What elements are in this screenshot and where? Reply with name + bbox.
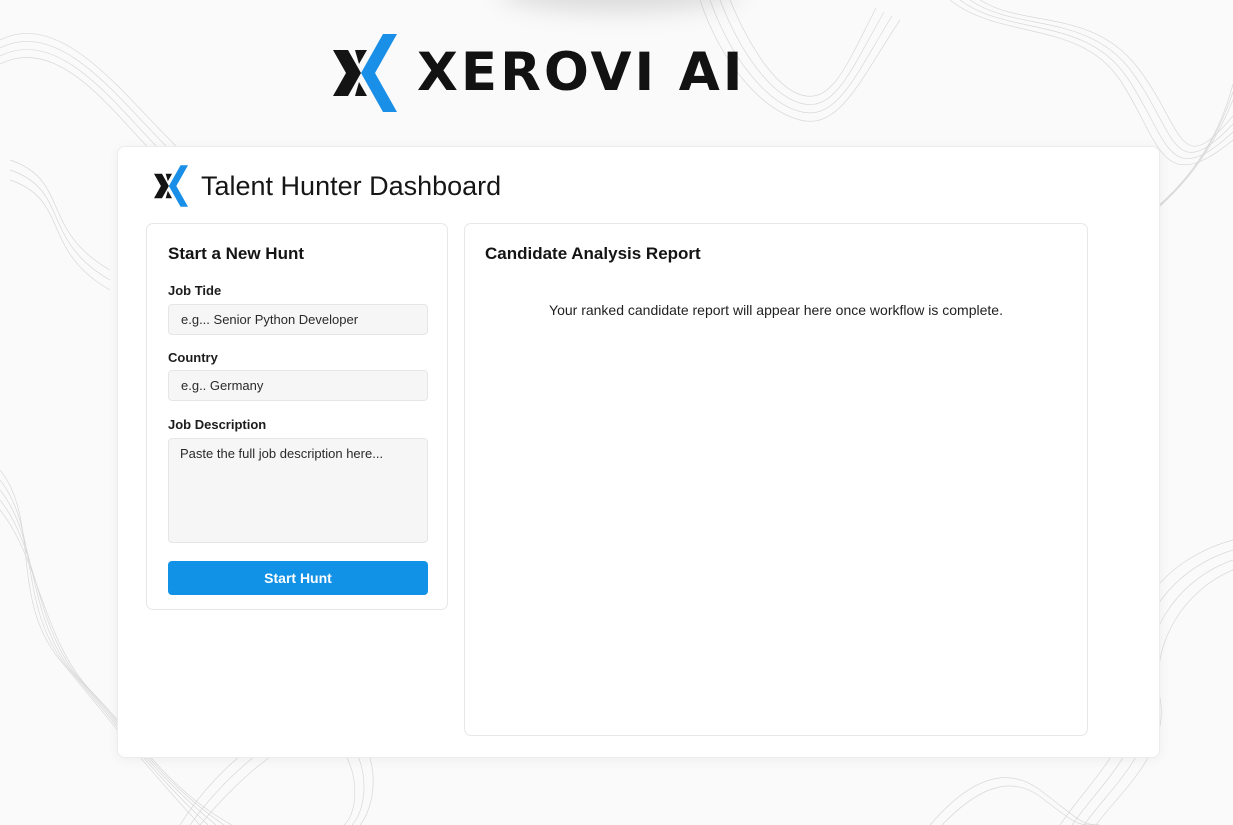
brand-header: XEROVI AI <box>333 34 745 112</box>
candidate-report-panel: Candidate Analysis Report Your ranked ca… <box>464 223 1088 736</box>
report-title: Candidate Analysis Report <box>485 244 701 263</box>
xerovi-small-logo-icon <box>154 165 188 207</box>
job-description-label: Job Description <box>168 417 267 432</box>
new-hunt-form-panel: Start a New Hunt Job Tide Country Job De… <box>146 223 448 610</box>
country-input[interactable] <box>168 370 428 401</box>
page-title: Talent Hunter Dashboard <box>201 170 502 201</box>
start-hunt-button[interactable]: Start Hunt <box>168 561 428 595</box>
xerovi-logo-icon <box>333 34 397 112</box>
job-title-label: Job Tide <box>168 283 222 298</box>
country-label: Country <box>168 350 218 365</box>
brand-name: XEROVI AI <box>417 42 746 103</box>
job-title-input[interactable] <box>168 304 428 335</box>
dashboard-card: Talent Hunter Dashboard Start a New Hunt… <box>117 146 1160 758</box>
job-description-textarea[interactable] <box>168 438 428 543</box>
form-title: Start a New Hunt <box>168 244 305 263</box>
report-placeholder-text: Your ranked candidate report will appear… <box>549 302 1003 318</box>
dashboard-header: Talent Hunter Dashboard <box>154 165 501 207</box>
